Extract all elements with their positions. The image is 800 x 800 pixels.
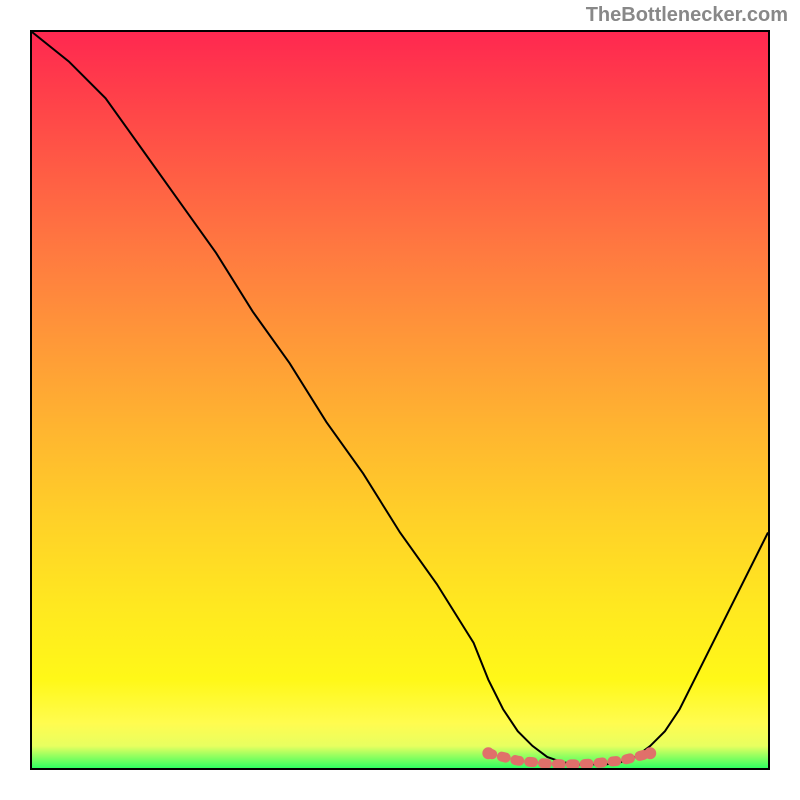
chart-svg [32,32,768,768]
attribution-text: TheBottlenecker.com [586,4,788,27]
optimal-zone-endpoint [482,747,494,759]
optimal-zone-markers [482,747,656,764]
optimal-zone-endpoint [644,747,656,759]
bottleneck-curve-line [32,32,768,764]
optimal-zone-stroke [488,753,650,764]
chart-plot-area [30,30,770,770]
